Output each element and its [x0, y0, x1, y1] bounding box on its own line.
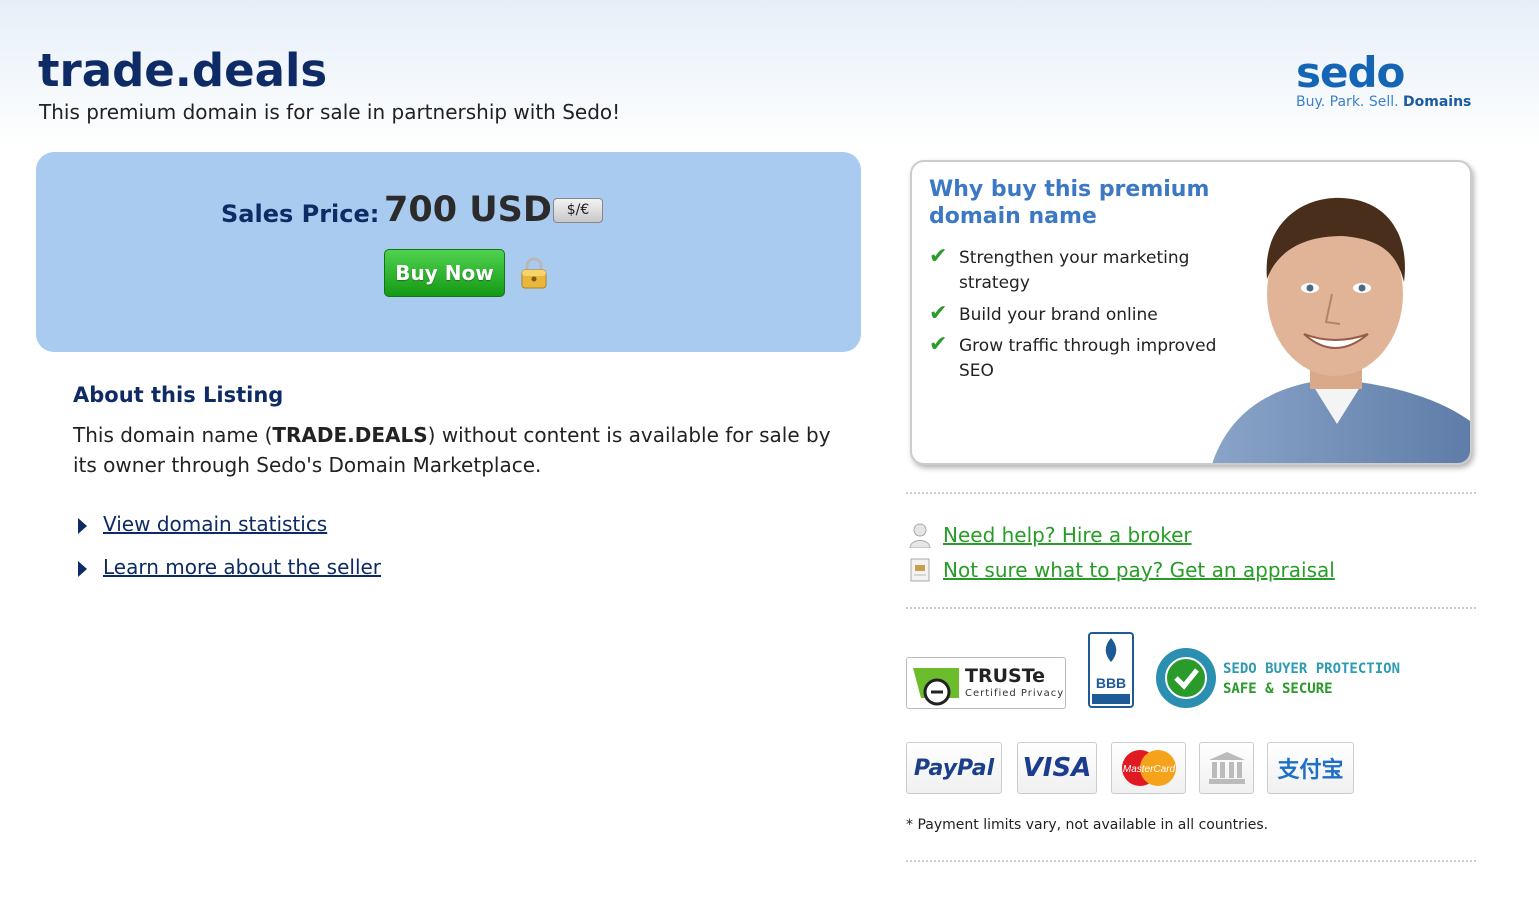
buyer-protection-line1: SEDO BUYER PROTECTION — [1223, 661, 1401, 677]
paypal-card: PayPal — [906, 742, 1002, 794]
divider — [906, 492, 1476, 494]
why-buy-promo: Why buy this premium domain name ✔ Stren… — [910, 160, 1472, 465]
payment-footnote: * Payment limits vary, not available in … — [906, 817, 1269, 833]
appraisal-row[interactable]: Not sure what to pay? Get an appraisal — [908, 557, 1335, 583]
buyer-protection-text: SEDO BUYER PROTECTION SAFE & SECURE — [1223, 659, 1400, 699]
sales-price-label: Sales Price: — [221, 200, 380, 228]
smiling-man-photo — [1212, 197, 1470, 463]
about-listing-title: About this Listing — [73, 383, 284, 407]
bank-transfer-card — [1199, 742, 1254, 794]
visa-card: VISA — [1017, 742, 1097, 794]
truste-badge[interactable]: TRUSTe Certified Privacy — [906, 657, 1066, 709]
lock-icon — [521, 257, 547, 289]
sales-price-value: 700 USD — [384, 190, 552, 230]
checkmark-icon: ✔ — [929, 332, 948, 357]
bbb-text: BBB — [1096, 675, 1126, 691]
alipay-card: 支付宝 — [1267, 742, 1354, 794]
visa-logo: VISA — [1022, 753, 1092, 783]
truste-name: TRUSTe — [965, 665, 1046, 687]
price-box: Sales Price: 700 USD $/€ Buy Now — [36, 152, 861, 352]
buyer-protection-line2: SAFE & SECURE — [1223, 681, 1333, 697]
listing-link-statistics[interactable]: View domain statistics — [78, 512, 327, 536]
about-text-part: This domain name ( — [73, 423, 273, 447]
alipay-logo: 支付宝 — [1277, 758, 1344, 783]
sedo-tagline-b: Domains — [1403, 94, 1472, 110]
promo-item-text: Build your brand online — [959, 305, 1158, 325]
view-domain-statistics-link[interactable]: View domain statistics — [103, 512, 327, 536]
person-icon — [909, 523, 931, 548]
about-domain-name: TRADE.DEALS — [272, 423, 428, 447]
bbb-accredited-badge[interactable]: BBB — [1088, 632, 1134, 708]
hire-broker-row[interactable]: Need help? Hire a broker — [908, 522, 1192, 548]
divider — [906, 607, 1476, 609]
mastercard-text: MasterCard — [1122, 764, 1175, 775]
sedo-tagline-a: Buy. Park. Sell. — [1296, 94, 1399, 110]
appraisal-link[interactable]: Not sure what to pay? Get an appraisal — [943, 558, 1335, 582]
currency-toggle-button[interactable]: $/€ — [553, 198, 603, 223]
divider — [906, 860, 1476, 862]
certificate-icon — [910, 558, 930, 582]
paypal-text: PayPal — [913, 755, 995, 781]
listing-link-seller[interactable]: Learn more about the seller — [78, 555, 381, 579]
paypal-logo: PayPal — [914, 756, 994, 781]
sedo-logo-word: sedo — [1296, 48, 1405, 97]
checkmark-icon: ✔ — [929, 244, 948, 269]
page-subtitle: This premium domain is for sale in partn… — [39, 100, 621, 124]
learn-about-seller-link[interactable]: Learn more about the seller — [103, 555, 381, 579]
mastercard-card: MasterCard — [1111, 742, 1186, 794]
sedo-logo-tagline: Buy. Park. Sell. Domains — [1296, 94, 1486, 110]
truste-sub: Certified Privacy — [965, 688, 1065, 699]
hire-broker-link[interactable]: Need help? Hire a broker — [943, 523, 1192, 547]
sedo-logo[interactable]: sedo Buy. Park. Sell. Domains — [1296, 48, 1486, 111]
promo-title: Why buy this premium domain name — [929, 177, 1210, 229]
triangle-right-icon — [78, 561, 87, 577]
truste-seal-icon — [913, 668, 959, 706]
triangle-right-icon — [78, 518, 87, 534]
domain-title: trade.deals — [38, 44, 328, 97]
about-listing-text: This domain name (TRADE.DEALS) without c… — [73, 420, 833, 480]
mastercard-logo: MasterCard — [1121, 750, 1176, 786]
buyer-protection-seal-icon[interactable] — [1154, 646, 1218, 710]
bank-icon — [1208, 752, 1245, 784]
buy-now-button[interactable]: Buy Now — [384, 249, 505, 297]
checkmark-icon: ✔ — [929, 301, 948, 326]
